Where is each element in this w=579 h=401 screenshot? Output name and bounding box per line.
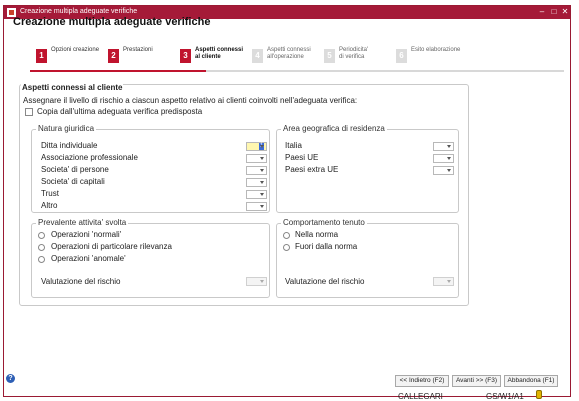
abandon-button[interactable]: Abbandona (F1) (504, 375, 558, 387)
step-label-line1: Aspetti connessi (195, 47, 244, 53)
attivita-valutazione-select (246, 277, 267, 286)
wizard-steps: 1 Opzioni creazione 2 Prestazioni 3 Aspe… (30, 43, 570, 69)
comportamento-radio-nella-norma[interactable] (283, 232, 290, 239)
comportamento-option-label: Nella norma (295, 230, 339, 239)
attivita-radio-anomale[interactable] (38, 256, 45, 263)
step-number: 6 (396, 49, 407, 63)
step-label-line2: di verifica (339, 54, 365, 60)
natura-associazione-select[interactable] (246, 154, 267, 163)
database-icon (536, 390, 542, 399)
area-ue-select[interactable] (433, 154, 454, 163)
attivita-valutazione-label: Valutazione del rischio (41, 277, 121, 286)
copy-last-checkbox[interactable] (25, 108, 33, 116)
natura-label: Societa' di persone (41, 165, 109, 174)
step-label-line2: al cliente (195, 54, 221, 60)
step-number: 2 (108, 49, 119, 63)
natura-capitali-select[interactable] (246, 178, 267, 187)
step-label: Aspetti connessi all'operazione (267, 47, 311, 61)
step-label-line1: Aspetti connessi (267, 47, 311, 53)
chevron-down-icon (260, 145, 264, 148)
natura-trust-select[interactable] (246, 190, 267, 199)
help-icon[interactable]: ? (6, 374, 15, 383)
attivita-radio-normali[interactable] (38, 232, 45, 239)
comportamento-radio-fuori-norma[interactable] (283, 244, 290, 251)
step-label-line2: all'operazione (267, 54, 304, 60)
chevron-down-icon (447, 145, 451, 148)
chevron-down-icon (447, 280, 451, 283)
step-label: Prestazioni (123, 47, 153, 53)
area-geografica-legend: Area geografica di residenza (281, 124, 387, 133)
step-label-line1: Periodicita' (339, 47, 369, 53)
minimize-icon[interactable]: – (537, 7, 547, 16)
chevron-down-icon (260, 280, 264, 283)
natura-label: Altro (41, 201, 58, 210)
close-icon[interactable]: ✕ (560, 7, 570, 16)
page-title: Creazione multipla adeguate verifiche (13, 16, 211, 28)
comportamento-option-label: Fuori dalla norma (295, 242, 358, 251)
step-label: Opzioni creazione (51, 47, 100, 53)
chevron-down-icon (260, 181, 264, 184)
maximize-icon[interactable]: □ (549, 7, 559, 16)
area-label: Italia (285, 141, 302, 150)
comportamento-valutazione-label: Valutazione del rischio (285, 277, 365, 286)
natura-label: Associazione professionale (41, 153, 138, 162)
panel-title: Aspetti connessi al cliente (21, 83, 124, 92)
area-label: Paesi UE (285, 153, 319, 162)
attivita-option-label: Operazioni di particolare rilevanza (51, 242, 172, 251)
steps-progress-done (30, 70, 206, 72)
area-extra-ue-select[interactable] (433, 166, 454, 175)
copy-last-label: Copia dall'ultima adeguata verifica pred… (37, 107, 203, 116)
chevron-down-icon (260, 193, 264, 196)
steps-progress-line (30, 70, 564, 72)
status-user: CALLEGARI (398, 392, 443, 401)
chevron-down-icon (447, 157, 451, 160)
chevron-down-icon (260, 205, 264, 208)
chevron-down-icon (447, 169, 451, 172)
comportamento-legend: Comportamento tenuto (281, 218, 367, 227)
chevron-down-icon (260, 157, 264, 160)
back-button[interactable]: << Indietro (F2) (395, 375, 449, 387)
step-number: 5 (324, 49, 335, 63)
natura-persone-select[interactable] (246, 166, 267, 175)
natura-ditta-select[interactable]: 1 (246, 142, 267, 151)
step-number: 4 (252, 49, 263, 63)
comportamento-valutazione-select (433, 277, 454, 286)
attivita-legend: Prevalente attivita' svolta (36, 218, 129, 227)
status-code: GS/W1/A1 (486, 392, 524, 401)
step-label: Esito elaborazione (411, 47, 461, 53)
step-label: Aspetti connessi al cliente (195, 47, 243, 61)
attivita-option-label: Operazioni 'anomale' (51, 254, 126, 263)
step-label: Periodicita' di verifica (339, 47, 368, 61)
natura-label: Societa' di capitali (41, 177, 105, 186)
next-button[interactable]: Avanti >> (F3) (452, 375, 501, 387)
area-label: Paesi extra UE (285, 165, 339, 174)
instruction-text: Assegnare il livello di rischio a ciascu… (23, 96, 358, 105)
area-italia-select[interactable] (433, 142, 454, 151)
chevron-down-icon (260, 169, 264, 172)
natura-giuridica-legend: Natura giuridica (36, 124, 97, 133)
natura-label: Ditta individuale (41, 141, 98, 150)
natura-altro-select[interactable] (246, 202, 267, 211)
step-number: 1 (36, 49, 47, 63)
natura-label: Trust (41, 189, 59, 198)
step-number: 3 (180, 49, 191, 63)
attivita-radio-rilevanza[interactable] (38, 244, 45, 251)
attivita-option-label: Operazioni 'normali' (51, 230, 122, 239)
window-title: Creazione multipla adeguate verifiche (20, 8, 138, 15)
